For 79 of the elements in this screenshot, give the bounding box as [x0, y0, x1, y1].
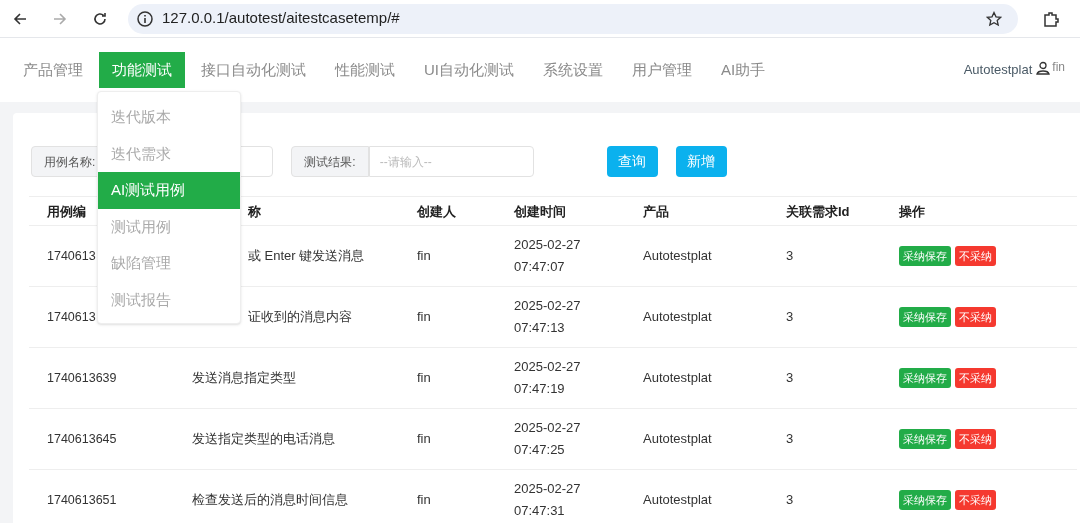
- accept-button[interactable]: 采纳保存: [899, 246, 951, 266]
- reload-icon[interactable]: [92, 10, 108, 27]
- nav-tab[interactable]: 用户管理: [619, 52, 705, 88]
- requirement-id: 3: [786, 492, 794, 508]
- product-cell: Autotestplat: [643, 431, 712, 447]
- created-date: 2025-02-27: [514, 358, 582, 376]
- menu-item[interactable]: AI测试用例: [98, 172, 240, 209]
- product-cell: Autotestplat: [643, 370, 712, 386]
- accept-button[interactable]: 采纳保存: [899, 307, 951, 327]
- created-time: 07:47:31: [514, 502, 566, 520]
- column-header: 操作: [899, 204, 925, 219]
- nav-tab[interactable]: 产品管理: [10, 52, 96, 88]
- column-header: 用例编: [47, 204, 86, 219]
- creator: fin: [417, 309, 431, 325]
- column-header: 产品: [643, 204, 669, 219]
- star-icon[interactable]: [986, 10, 1002, 27]
- column-header: 关联需求Id: [786, 204, 850, 219]
- nav-tab[interactable]: 系统设置: [530, 52, 616, 88]
- creator: fin: [417, 370, 431, 386]
- address-bar[interactable]: 127.0.0.1/autotest/aitestcasetemp/#: [128, 3, 1018, 34]
- menu-item[interactable]: 缺陷管理: [98, 245, 240, 282]
- column-header: 称: [248, 204, 261, 219]
- case-name: 发送消息指定类型: [192, 370, 296, 386]
- nav-tab[interactable]: UI自动化测试: [411, 52, 527, 88]
- requirement-id: 3: [786, 309, 794, 325]
- case-name: 或 Enter 键发送消息: [248, 248, 365, 264]
- requirement-id: 3: [786, 370, 794, 386]
- requirement-id: 3: [786, 248, 794, 264]
- created-time: 07:47:19: [514, 380, 566, 398]
- reject-button[interactable]: 不采纳: [955, 307, 996, 327]
- product-cell: Autotestplat: [643, 309, 712, 325]
- nav-tab[interactable]: 功能测试: [99, 52, 185, 88]
- accept-button[interactable]: 采纳保存: [899, 490, 951, 510]
- created-time: 07:47:13: [514, 319, 566, 337]
- created-time: 07:47:25: [514, 441, 566, 459]
- reject-button[interactable]: 不采纳: [955, 246, 996, 266]
- filter-label: 测试结果:: [291, 146, 369, 177]
- case-id: 1740613: [47, 249, 96, 264]
- column-header: 创建时间: [514, 204, 566, 219]
- nav-tab[interactable]: 接口自动化测试: [188, 52, 319, 88]
- created-date: 2025-02-27: [514, 480, 582, 498]
- user-icon: [1036, 61, 1051, 75]
- case-id: 1740613639: [47, 371, 117, 386]
- case-name: 证收到的消息内容: [248, 309, 352, 325]
- creator: fin: [417, 248, 431, 264]
- action-button[interactable]: 查询: [606, 146, 658, 177]
- created-time: 07:47:07: [514, 258, 566, 276]
- reject-button[interactable]: 不采纳: [955, 429, 996, 449]
- accept-button[interactable]: 采纳保存: [899, 368, 951, 388]
- menu-item[interactable]: 测试报告: [98, 281, 240, 318]
- product-cell: Autotestplat: [643, 248, 712, 264]
- menu-item[interactable]: 测试用例: [98, 208, 240, 245]
- extensions-icon[interactable]: [1042, 9, 1060, 28]
- created-date: 2025-02-27: [514, 297, 582, 315]
- case-name: 检查发送后的消息时间信息: [192, 492, 348, 508]
- creator: fin: [417, 431, 431, 447]
- nav-tab[interactable]: 性能测试: [322, 52, 408, 88]
- product-name: Autotestplat: [963, 61, 1033, 80]
- creator: fin: [417, 492, 431, 508]
- nav-tab[interactable]: AI助手: [708, 52, 779, 88]
- case-id: 1740613651: [47, 493, 117, 508]
- info-icon: [136, 9, 154, 28]
- product-cell: Autotestplat: [643, 492, 712, 508]
- column-header: 创建人: [417, 204, 456, 219]
- back-icon[interactable]: [12, 10, 28, 27]
- reject-button[interactable]: 不采纳: [955, 368, 996, 388]
- accept-button[interactable]: 采纳保存: [899, 429, 951, 449]
- created-date: 2025-02-27: [514, 419, 582, 437]
- requirement-id: 3: [786, 431, 794, 447]
- case-name: 发送指定类型的电话消息: [192, 431, 335, 447]
- case-id: 1740613645: [47, 432, 117, 447]
- url-text: 127.0.0.1/autotest/aitestcasetemp/#: [162, 8, 400, 29]
- user-name: fin: [1052, 59, 1065, 76]
- created-date: 2025-02-27: [514, 236, 582, 254]
- case-id: 1740613: [47, 310, 96, 325]
- filter-field[interactable]: --请输入--: [368, 146, 534, 177]
- reject-button[interactable]: 不采纳: [955, 490, 996, 510]
- action-button[interactable]: 新增: [675, 146, 727, 177]
- menu-item[interactable]: 迭代版本: [98, 99, 240, 136]
